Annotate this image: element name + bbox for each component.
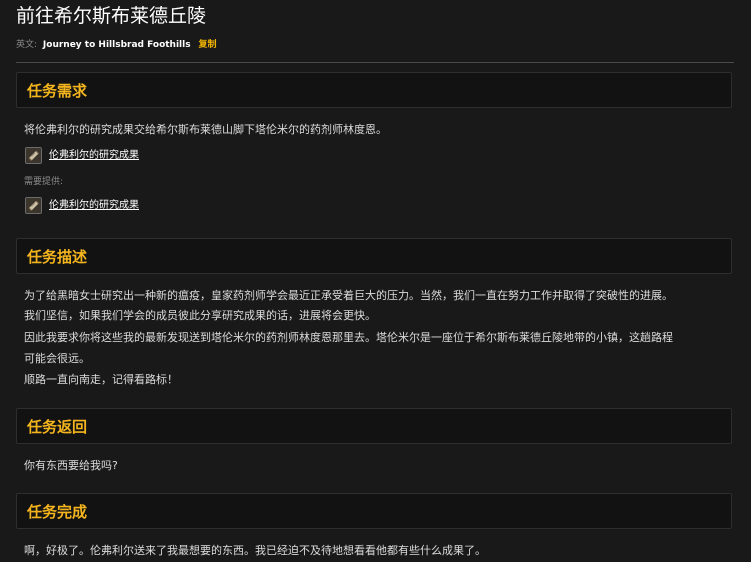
description-line: 为了给黑暗女士研究出一种新的瘟疫，皇家药剂师学会最近正承受着巨大的压力。当然，我…	[24, 289, 673, 302]
provided-label: 需要提供:	[24, 177, 64, 187]
description-line: 顺路一直向南走，记得看路标！	[24, 373, 178, 386]
description-line: 因此我要求你将这些我的最新发现送到塔伦米尔的药剂师林度恩那里去。塔伦米尔是一座位…	[24, 331, 673, 344]
title-divider	[16, 62, 734, 63]
copy-button[interactable]: 复制	[198, 40, 216, 50]
requirements-header: 任务需求	[16, 72, 732, 108]
description-line: 我们坚信，如果我们学会的成员彼此分享研究成果的话，进展将会更快。	[24, 309, 376, 322]
english-label: 英文:	[16, 40, 38, 50]
scroll-icon[interactable]	[25, 197, 42, 214]
description-heading: 任务描述	[27, 248, 88, 266]
completion-header: 任务完成	[16, 493, 732, 529]
progress-text: 你有东西要给我吗?	[24, 459, 118, 472]
description-line: 可能会很远。	[24, 352, 90, 365]
progress-header: 任务返回	[16, 408, 732, 444]
page-title: 前往希尔斯布莱德丘陵	[16, 5, 207, 27]
objective-text: 将伦弗利尔的研究成果交给希尔斯布莱德山脚下塔伦米尔的药剂师林度恩。	[24, 123, 387, 136]
quest-page: 前往希尔斯布莱德丘陵 英文: Journey to Hillsbrad Foot…	[0, 0, 751, 562]
english-quest-name: Journey to Hillsbrad Foothills	[42, 40, 191, 50]
progress-heading: 任务返回	[27, 418, 88, 436]
completion-heading: 任务完成	[27, 503, 88, 521]
provided-item-link[interactable]: 伦弗利尔的研究成果	[49, 199, 139, 212]
required-item-link[interactable]: 伦弗利尔的研究成果	[49, 149, 139, 162]
requirements-heading: 任务需求	[27, 82, 88, 100]
description-header: 任务描述	[16, 238, 732, 274]
english-name-line: 英文: Journey to Hillsbrad Foothills 复制	[16, 39, 216, 51]
completion-text: 啊，好极了。伦弗利尔送来了我最想要的东西。我已经迫不及待地想看看他都有些什么成果…	[24, 544, 486, 557]
scroll-icon[interactable]	[25, 147, 42, 164]
